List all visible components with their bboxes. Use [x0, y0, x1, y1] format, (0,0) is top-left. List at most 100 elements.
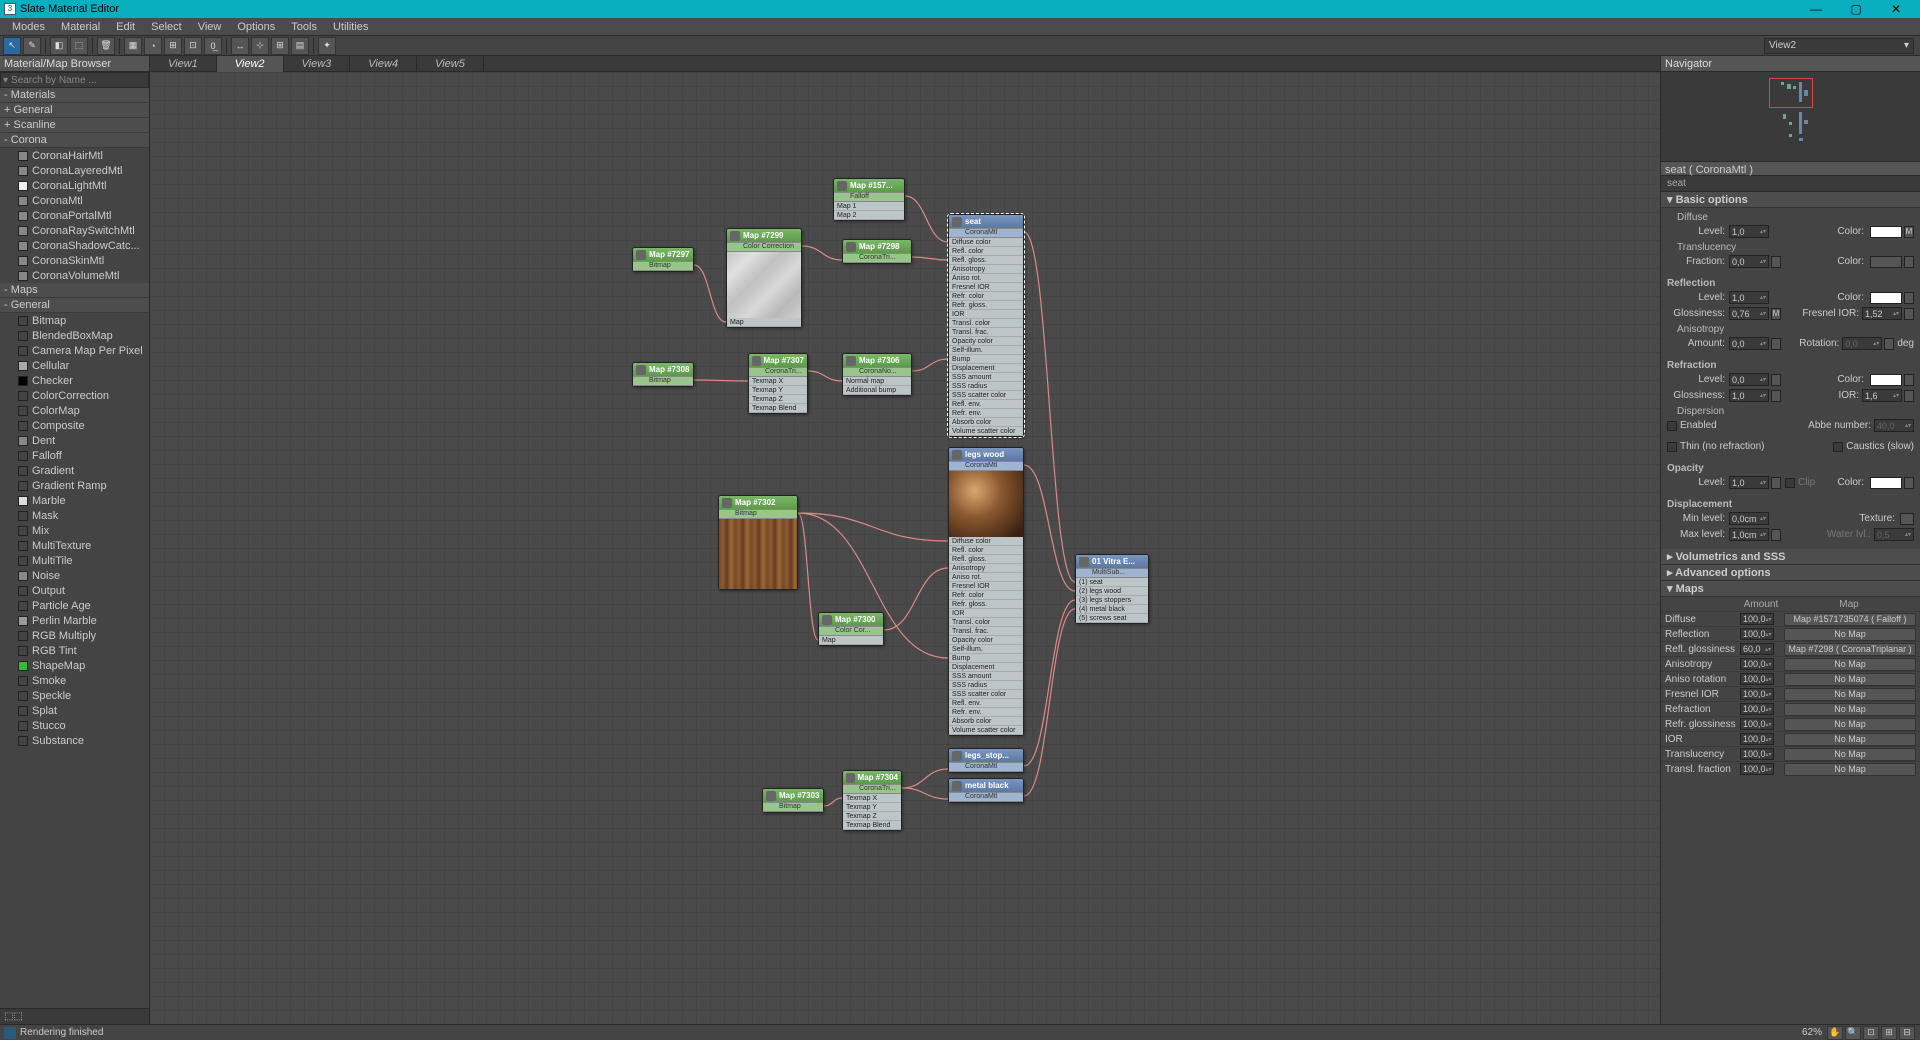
- browser-item[interactable]: - Corona: [0, 133, 149, 148]
- section-advanced[interactable]: ▸ Advanced options: [1661, 565, 1920, 581]
- tool-12[interactable]: ⊹: [251, 37, 269, 55]
- node-n_7308[interactable]: Map #7308Bitmap: [632, 362, 694, 387]
- browser-item[interactable]: Gradient: [0, 463, 149, 478]
- map-row[interactable]: Refl. glossiness 60,0▴▾ Map #7298 ( Coro…: [1661, 641, 1920, 656]
- menu-select[interactable]: Select: [143, 18, 190, 36]
- browser-item[interactable]: Camera Map Per Pixel: [0, 343, 149, 358]
- browser-item[interactable]: Mix: [0, 523, 149, 538]
- browser-item[interactable]: CoronaLightMtl: [0, 178, 149, 193]
- zoom-extents-sel-tool[interactable]: ⊟: [1899, 1026, 1915, 1040]
- tool-6[interactable]: ▦: [124, 37, 142, 55]
- browser-item[interactable]: CoronaMtl: [0, 193, 149, 208]
- tool-7[interactable]: ◔: [144, 37, 162, 55]
- tool-4[interactable]: ⬚: [70, 37, 88, 55]
- browser-item[interactable]: MultiTile: [0, 553, 149, 568]
- tab-view4[interactable]: View4: [350, 56, 417, 72]
- diffuse-color[interactable]: [1870, 226, 1902, 238]
- node-n_seat[interactable]: seatCoronaMtlDiffuse colorRefl. colorRef…: [948, 214, 1024, 437]
- browser-item[interactable]: CoronaLayeredMtl: [0, 163, 149, 178]
- browser-item[interactable]: ColorMap: [0, 403, 149, 418]
- disp-water[interactable]: 0,5▴▾: [1874, 528, 1914, 541]
- browser-item[interactable]: Gradient Ramp: [0, 478, 149, 493]
- maximize-button[interactable]: ▢: [1836, 0, 1876, 18]
- node-n_7297[interactable]: Map #7297Bitmap: [632, 247, 694, 272]
- browser-item[interactable]: Smoke: [0, 673, 149, 688]
- dispersion-enabled[interactable]: [1667, 421, 1677, 431]
- tool-8[interactable]: ⊞: [164, 37, 182, 55]
- node-n_falloff[interactable]: Map #157...FalloffMap 1Map 2: [833, 178, 905, 221]
- refl-level[interactable]: 1,0▴▾: [1729, 291, 1769, 304]
- transl-fraction[interactable]: 0,0▴▾: [1729, 255, 1769, 268]
- browser-item[interactable]: + General: [0, 103, 149, 118]
- diffuse-map-btn[interactable]: M: [1904, 226, 1914, 238]
- delete-tool[interactable]: 🗑: [97, 37, 115, 55]
- section-maps[interactable]: ▾ Maps: [1661, 581, 1920, 597]
- browser-item[interactable]: RGB Tint: [0, 643, 149, 658]
- browser-item[interactable]: Bitmap: [0, 313, 149, 328]
- tab-view3[interactable]: View3: [284, 56, 351, 72]
- select-tool[interactable]: ↖: [3, 37, 21, 55]
- tab-view5[interactable]: View5: [417, 56, 484, 72]
- browser-item[interactable]: MultiTexture: [0, 538, 149, 553]
- browser-item[interactable]: - Materials: [0, 88, 149, 103]
- menu-material[interactable]: Material: [53, 18, 108, 36]
- close-button[interactable]: ✕: [1876, 0, 1916, 18]
- browser-list[interactable]: - Materials+ General+ Scanline- CoronaCo…: [0, 88, 149, 1008]
- browser-item[interactable]: Speckle: [0, 688, 149, 703]
- browser-item[interactable]: CoronaHairMtl: [0, 148, 149, 163]
- browser-item[interactable]: ColorCorrection: [0, 388, 149, 403]
- browser-item[interactable]: BlendedBoxMap: [0, 328, 149, 343]
- browser-item[interactable]: Stucco: [0, 718, 149, 733]
- browser-item[interactable]: Splat: [0, 703, 149, 718]
- map-row[interactable]: Fresnel IOR 100,0▴▾ No Map: [1661, 686, 1920, 701]
- map-row[interactable]: Refr. glossiness 100,0▴▾ No Map: [1661, 716, 1920, 731]
- browser-item[interactable]: Cellular: [0, 358, 149, 373]
- node-n_stop[interactable]: legs_stop...CoronaMtl: [948, 748, 1024, 773]
- browser-item[interactable]: Particle Age: [0, 598, 149, 613]
- zoom-extents-tool[interactable]: ⊞: [1881, 1026, 1897, 1040]
- map-row[interactable]: Diffuse 100,0▴▾ Map #1571735074 ( Fallof…: [1661, 611, 1920, 626]
- tab-view1[interactable]: View1: [150, 56, 217, 72]
- browser-search[interactable]: ▾ Search by Name ...: [0, 72, 149, 88]
- clip-check[interactable]: [1785, 478, 1795, 488]
- node-n_7298[interactable]: Map #7298CoronaTri...: [842, 239, 912, 264]
- node-n_legs[interactable]: legs woodCoronaMtlDiffuse colorRefl. col…: [948, 447, 1024, 736]
- opacity-level[interactable]: 1,0▴▾: [1729, 476, 1769, 489]
- tool-10[interactable]: 0̲: [204, 37, 222, 55]
- tool-14[interactable]: ▤: [291, 37, 309, 55]
- caustics-check[interactable]: [1833, 442, 1843, 452]
- tool-11[interactable]: ↔: [231, 37, 249, 55]
- node-n_7307[interactable]: Map #7307CoronaTri...Texmap XTexmap YTex…: [748, 353, 808, 414]
- navigator[interactable]: [1661, 72, 1920, 162]
- menu-options[interactable]: Options: [229, 18, 283, 36]
- browser-item[interactable]: RGB Multiply: [0, 628, 149, 643]
- diffuse-level[interactable]: 1,0▴▾: [1729, 225, 1769, 238]
- refr-level[interactable]: 0,0▴▾: [1729, 373, 1769, 386]
- browser-item[interactable]: Mask: [0, 508, 149, 523]
- node-n_metal[interactable]: metal blackCoronaMtl: [948, 778, 1024, 803]
- menu-modes[interactable]: Modes: [4, 18, 53, 36]
- material-name-field[interactable]: seat: [1661, 176, 1920, 192]
- browser-item[interactable]: CoronaVolumeMtl: [0, 268, 149, 283]
- disp-max[interactable]: 1,0cm▴▾: [1729, 528, 1769, 541]
- browser-item[interactable]: CoronaRaySwitchMtl: [0, 223, 149, 238]
- browser-item[interactable]: + Scanline: [0, 118, 149, 133]
- tool-13[interactable]: ⊞: [271, 37, 289, 55]
- tab-view2[interactable]: View2: [217, 56, 284, 72]
- browser-item[interactable]: Substance: [0, 733, 149, 748]
- minimize-button[interactable]: —: [1796, 0, 1836, 18]
- node-n_7302[interactable]: Map #7302Bitmap: [718, 495, 798, 590]
- sample-slots-icon[interactable]: ⬚⬚: [4, 1011, 23, 1022]
- map-row[interactable]: Anisotropy 100,0▴▾ No Map: [1661, 656, 1920, 671]
- menu-tools[interactable]: Tools: [283, 18, 325, 36]
- browser-item[interactable]: Dent: [0, 433, 149, 448]
- refl-gloss[interactable]: 0,76▴▾: [1729, 307, 1769, 320]
- browser-item[interactable]: Output: [0, 583, 149, 598]
- fresnel-ior[interactable]: 1,52▴▾: [1862, 307, 1902, 320]
- browser-item[interactable]: Noise: [0, 568, 149, 583]
- disp-texture[interactable]: [1900, 513, 1914, 525]
- thin-check[interactable]: [1667, 442, 1677, 452]
- browser-item[interactable]: Checker: [0, 373, 149, 388]
- pan-tool[interactable]: ✋: [1827, 1026, 1843, 1040]
- aniso-rot[interactable]: 0,0▴▾: [1842, 337, 1882, 350]
